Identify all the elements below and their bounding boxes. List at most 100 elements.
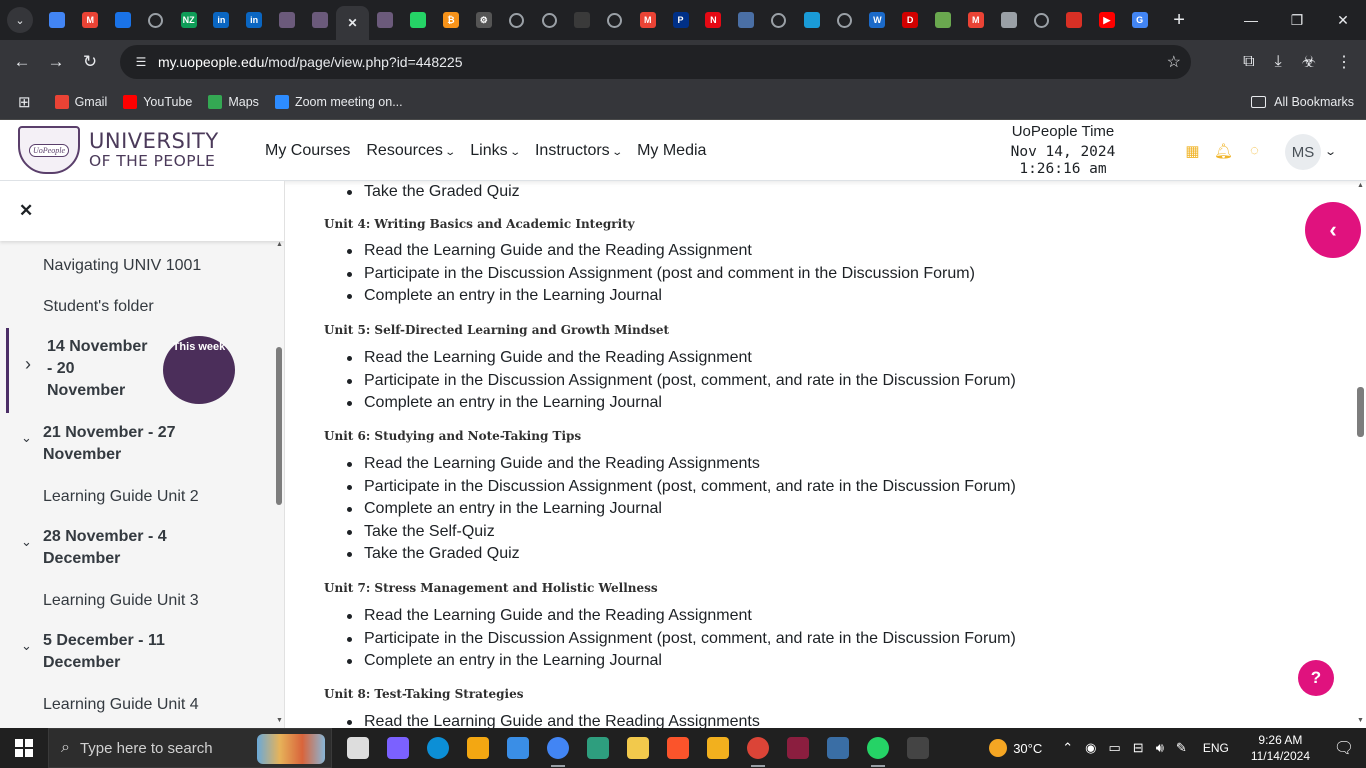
user-avatar[interactable]: MS: [1285, 134, 1321, 170]
all-bookmarks-button[interactable]: All Bookmarks: [1251, 95, 1354, 109]
url-text[interactable]: my.uopeople.edu/mod/page/view.php?id=448…: [158, 54, 462, 70]
browser-tab[interactable]: [730, 0, 763, 40]
browser-tab[interactable]: P: [664, 0, 697, 40]
browser-tab[interactable]: [927, 0, 960, 40]
profile-icon[interactable]: ☣: [1302, 52, 1316, 72]
browser-tab[interactable]: M: [959, 0, 992, 40]
download-icon[interactable]: ⤓: [1275, 53, 1282, 71]
browser-tab[interactable]: ▶: [1091, 0, 1124, 40]
drawer-section[interactable]: 5 December - 11 December: [43, 630, 193, 674]
close-icon[interactable]: ✕: [345, 15, 361, 31]
help-button[interactable]: ?: [1298, 660, 1334, 696]
taskbar-app[interactable]: [378, 728, 418, 768]
taskbar-app[interactable]: [858, 728, 898, 768]
browser-tab[interactable]: [599, 0, 632, 40]
browser-tab[interactable]: [271, 0, 304, 40]
browser-tab[interactable]: [500, 0, 533, 40]
browser-tab[interactable]: D: [894, 0, 927, 40]
apps-grid-icon[interactable]: ⊞: [18, 93, 31, 111]
browser-tab[interactable]: [402, 0, 435, 40]
taskbar-app[interactable]: [738, 728, 778, 768]
calendar-icon[interactable]: ▦: [1184, 142, 1201, 160]
nav-my-media[interactable]: My Media: [637, 142, 706, 160]
drawer-item[interactable]: Student's folder: [43, 296, 154, 318]
taskbar-app[interactable]: [698, 728, 738, 768]
site-logo[interactable]: UoPeople UNIVERSITY OF THE PEOPLE: [18, 126, 219, 174]
drawer-item[interactable]: Learning Guide Unit 3: [43, 590, 199, 612]
drawer-section[interactable]: 28 November - 4 December: [43, 526, 193, 570]
chat-icon[interactable]: ◌: [1246, 142, 1263, 159]
taskbar-app[interactable]: [458, 728, 498, 768]
weather-widget[interactable]: 30°C: [989, 739, 1042, 757]
minimize-button[interactable]: —: [1228, 0, 1274, 40]
browser-tab[interactable]: in: [205, 0, 238, 40]
taskbar-app[interactable]: [578, 728, 618, 768]
forward-button[interactable]: →: [39, 45, 73, 79]
taskbar-app[interactable]: [898, 728, 938, 768]
browser-tab[interactable]: [139, 0, 172, 40]
bookmark-item[interactable]: Zoom meeting on...: [274, 94, 403, 109]
drawer-scrollbar-thumb[interactable]: [276, 347, 282, 505]
meet-icon[interactable]: ◉: [1085, 740, 1096, 756]
start-button[interactable]: [0, 728, 48, 768]
drawer-scrollbar[interactable]: ▲ ▼: [276, 241, 283, 725]
scroll-down-arrow[interactable]: ▼: [1357, 717, 1364, 724]
nav-my-courses[interactable]: My Courses: [265, 142, 350, 160]
page-scrollbar-thumb[interactable]: [1357, 387, 1364, 437]
nav-links[interactable]: Links⌄: [470, 142, 520, 160]
browser-tab[interactable]: ⚙: [467, 0, 500, 40]
browser-tab[interactable]: [303, 0, 336, 40]
browser-tab[interactable]: [41, 0, 74, 40]
network-icon[interactable]: ⊟: [1133, 740, 1144, 756]
reload-button[interactable]: ↻: [73, 45, 107, 79]
taskbar-app[interactable]: [498, 728, 538, 768]
new-tab-button[interactable]: +: [1166, 9, 1192, 32]
chevron-right-icon[interactable]: ›: [25, 354, 31, 375]
address-bar[interactable]: ☰ my.uopeople.edu/mod/page/view.php?id=4…: [120, 45, 1191, 79]
close-window-button[interactable]: ✕: [1320, 0, 1366, 40]
taskbar-app[interactable]: [658, 728, 698, 768]
site-info-icon[interactable]: ☰: [126, 55, 156, 69]
chevron-down-icon[interactable]: ⌄: [21, 638, 32, 654]
taskbar-app[interactable]: [538, 728, 578, 768]
battery-icon[interactable]: ▭: [1109, 740, 1121, 756]
browser-tab[interactable]: [763, 0, 796, 40]
browser-tab[interactable]: in: [238, 0, 271, 40]
browser-tab[interactable]: [795, 0, 828, 40]
bookmark-star-icon[interactable]: ☆: [1167, 52, 1181, 72]
browser-tab[interactable]: M: [74, 0, 107, 40]
close-drawer-icon[interactable]: ✕: [19, 201, 33, 221]
browser-tab[interactable]: [566, 0, 599, 40]
browser-tab[interactable]: G: [1123, 0, 1156, 40]
browser-tab[interactable]: [828, 0, 861, 40]
taskbar-app[interactable]: [618, 728, 658, 768]
page-scrollbar[interactable]: ▲ ▼: [1356, 181, 1366, 728]
bell-icon[interactable]: 🔔︎: [1214, 142, 1233, 160]
taskbar-app[interactable]: [778, 728, 818, 768]
browser-tab[interactable]: ✕: [336, 6, 369, 40]
chevron-down-icon[interactable]: ⌄: [21, 430, 32, 446]
nav-resources[interactable]: Resources⌄: [366, 142, 456, 160]
language-indicator[interactable]: ENG: [1203, 741, 1229, 755]
chevron-up-icon[interactable]: ⌃: [1062, 740, 1073, 756]
chevron-down-icon[interactable]: ⌄: [21, 534, 32, 550]
browser-tab[interactable]: ₿: [435, 0, 468, 40]
bookmark-item[interactable]: Gmail: [54, 94, 107, 109]
extensions-icon[interactable]: ⧉: [1243, 53, 1254, 71]
browser-tab[interactable]: NZ: [172, 0, 205, 40]
scroll-up-arrow[interactable]: ▲: [276, 241, 283, 248]
browser-tab[interactable]: N: [697, 0, 730, 40]
drawer-item[interactable]: Learning Guide Unit 2: [43, 486, 199, 508]
browser-tab[interactable]: [369, 0, 402, 40]
tab-search-button[interactable]: ⌄: [7, 7, 33, 33]
browser-tab[interactable]: M: [631, 0, 664, 40]
taskbar-app[interactable]: [338, 728, 378, 768]
restore-button[interactable]: ❐: [1274, 0, 1320, 40]
taskbar-app[interactable]: [418, 728, 458, 768]
taskbar-search[interactable]: ⌕ Type here to search: [48, 728, 332, 768]
drawer-item[interactable]: Navigating UNIV 1001: [43, 255, 201, 277]
search-highlight-image[interactable]: [257, 734, 325, 764]
browser-tab[interactable]: [107, 0, 140, 40]
bookmark-item[interactable]: Maps: [208, 94, 259, 109]
drawer-item[interactable]: Learning Guide Unit 4: [43, 694, 199, 716]
